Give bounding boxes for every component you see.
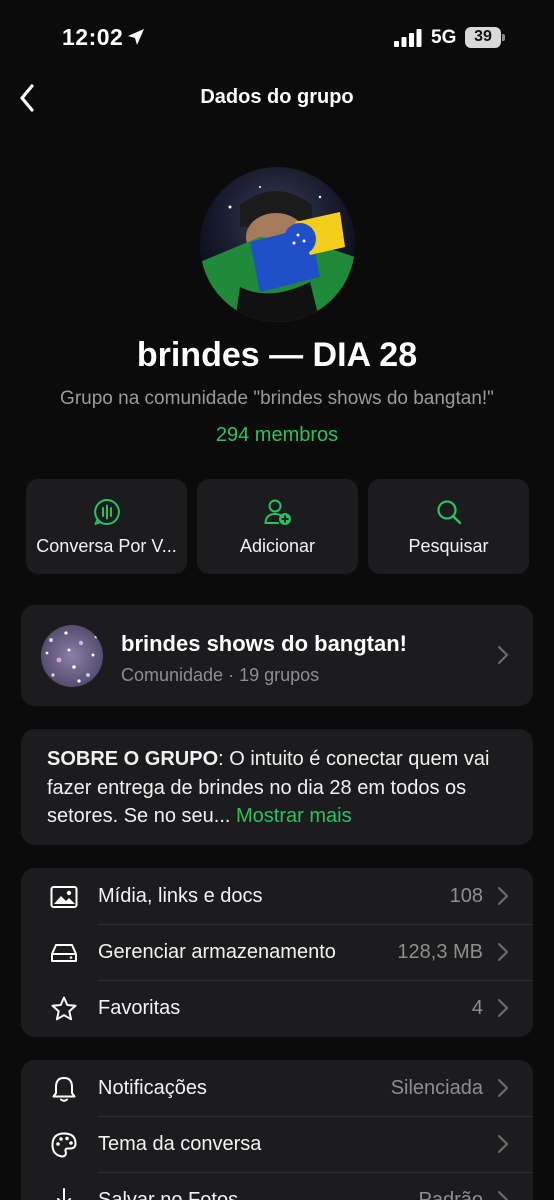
voice-chat-button[interactable]: Conversa Por V... bbox=[26, 479, 187, 574]
favorites-label: Favoritas bbox=[98, 997, 181, 1019]
settings-list: Notificações Silenciada Tema da conversa bbox=[21, 1060, 533, 1200]
add-person-icon bbox=[264, 499, 291, 525]
list-item-save-to-photos[interactable]: Salvar no Fotos Padrão bbox=[21, 1172, 533, 1200]
chevron-right-icon bbox=[497, 645, 509, 665]
about-card: SOBRE O GRUPO: O intuito é conectar quem… bbox=[21, 729, 533, 845]
save-photos-icon bbox=[57, 1188, 71, 1200]
notifications-value: Silenciada bbox=[390, 1077, 483, 1099]
media-label: Mídia, links e docs bbox=[98, 885, 263, 907]
battery-level: 39 bbox=[474, 28, 492, 45]
storage-icon bbox=[51, 944, 77, 962]
add-member-button[interactable]: Adicionar bbox=[197, 479, 358, 574]
group-avatar[interactable] bbox=[200, 167, 355, 322]
members-count[interactable]: 294 membros bbox=[0, 424, 554, 447]
community-avatar bbox=[41, 625, 103, 687]
list-item-notifications[interactable]: Notificações Silenciada bbox=[21, 1060, 533, 1117]
community-info: Comunidade · 19 grupos bbox=[121, 665, 320, 685]
chevron-right-icon bbox=[497, 998, 509, 1018]
save-photos-value: Padrão bbox=[418, 1189, 484, 1200]
voice-chat-icon bbox=[93, 499, 120, 525]
search-button[interactable]: Pesquisar bbox=[368, 479, 529, 574]
list-item-manage-storage[interactable]: Gerenciar armazenamento 128,3 MB bbox=[21, 924, 533, 981]
chat-theme-label: Tema da conversa bbox=[98, 1133, 262, 1155]
status-time: 12:02 bbox=[62, 24, 124, 50]
community-subtitle[interactable]: Grupo na comunidade "brindes shows do ba… bbox=[0, 388, 554, 410]
media-count: 108 bbox=[449, 885, 483, 907]
storage-size: 128,3 MB bbox=[397, 941, 483, 963]
group-name: brindes — DIA 28 bbox=[136, 336, 418, 374]
notifications-label: Notificações bbox=[98, 1077, 207, 1099]
community-name: brindes shows do bangtan! bbox=[121, 631, 408, 656]
chevron-right-icon bbox=[497, 1190, 509, 1200]
media-list: Mídia, links e docs 108 Gerenciar armaze… bbox=[21, 868, 533, 1037]
network-type: 5G bbox=[431, 27, 457, 48]
signal-icon bbox=[394, 29, 422, 47]
location-arrow-icon bbox=[128, 29, 144, 45]
show-more-link[interactable]: Mostrar mais bbox=[236, 805, 352, 827]
search-label: Pesquisar bbox=[408, 536, 489, 556]
community-card[interactable]: brindes shows do bangtan! Comunidade · 1… bbox=[21, 605, 533, 706]
list-item-chat-theme[interactable]: Tema da conversa bbox=[21, 1116, 533, 1173]
list-item-favorites[interactable]: Favoritas 4 bbox=[21, 980, 533, 1037]
search-icon bbox=[436, 500, 461, 525]
image-icon bbox=[50, 886, 78, 908]
add-member-label: Adicionar bbox=[239, 536, 316, 556]
chevron-right-icon bbox=[497, 1078, 509, 1098]
favorites-count: 4 bbox=[471, 997, 483, 1019]
status-bar: 12:02 5G 39 bbox=[0, 0, 554, 76]
chevron-right-icon bbox=[497, 886, 509, 906]
storage-label: Gerenciar armazenamento bbox=[98, 941, 336, 963]
star-icon bbox=[51, 996, 77, 1021]
nav-bar: Dados do grupo bbox=[0, 76, 554, 120]
save-photos-label: Salvar no Fotos bbox=[98, 1189, 239, 1200]
battery-icon: 39 bbox=[465, 27, 505, 48]
list-item-media-links-docs[interactable]: Mídia, links e docs 108 bbox=[21, 868, 533, 925]
voice-chat-label: Conversa Por V... bbox=[36, 536, 177, 556]
about-heading: SOBRE O GRUPO bbox=[47, 748, 219, 770]
about-text: SOBRE O GRUPO: O intuito é conectar quem… bbox=[47, 745, 517, 831]
palette-icon bbox=[51, 1132, 77, 1158]
bell-icon bbox=[52, 1077, 76, 1102]
chevron-right-icon bbox=[497, 1134, 509, 1154]
page-title: Dados do grupo bbox=[200, 86, 354, 108]
chevron-right-icon bbox=[497, 942, 509, 962]
